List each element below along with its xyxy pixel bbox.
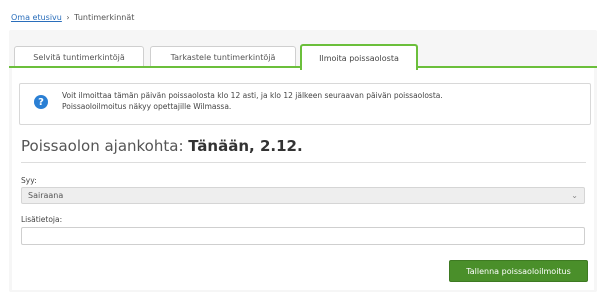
breadcrumb: Oma etusivu › Tuntimerkinnät — [11, 13, 134, 22]
question-icon: ? — [34, 95, 48, 109]
tab-label: Selvitä tuntimerkintöjä — [33, 52, 125, 62]
info-text: Voit ilmoittaa tämän päivän poissaolosta… — [62, 90, 582, 112]
reason-select[interactable]: Sairaana ⌄ — [21, 187, 585, 204]
breadcrumb-current: Tuntimerkinnät — [74, 13, 135, 22]
details-input[interactable] — [21, 227, 585, 245]
info-text-line2: Poissaoloilmoitus näkyy opettajille Wilm… — [62, 102, 232, 111]
tab-label: Ilmoita poissaolosta — [319, 53, 399, 63]
chevron-down-icon: ⌄ — [571, 191, 578, 200]
tab-label: Tarkastele tuntimerkintöjä — [170, 52, 276, 62]
page-title-prefix: Poissaolon ajankohta: — [21, 137, 184, 155]
tab-ilmoita-poissaolosta[interactable]: Ilmoita poissaolosta — [300, 44, 418, 70]
breadcrumb-home-link[interactable]: Oma etusivu — [11, 13, 62, 22]
info-text-line1: Voit ilmoittaa tämän päivän poissaolosta… — [62, 91, 443, 100]
tab-tarkastele-tuntimerkintoja[interactable]: Tarkastele tuntimerkintöjä — [150, 46, 296, 67]
reason-select-value: Sairaana — [28, 191, 64, 200]
reason-label: Syy: — [21, 176, 37, 185]
details-label: Lisätietoja: — [21, 215, 63, 224]
page-title-date: Tänään, 2.12. — [188, 137, 303, 155]
page-title: Poissaolon ajankohta: Tänään, 2.12. — [21, 137, 303, 155]
breadcrumb-separator: › — [66, 13, 70, 22]
save-button[interactable]: Tallenna poissaoloilmoitus — [449, 260, 588, 282]
divider — [21, 162, 586, 163]
tab-selvita-tuntimerkintoja[interactable]: Selvitä tuntimerkintöjä — [14, 46, 144, 67]
